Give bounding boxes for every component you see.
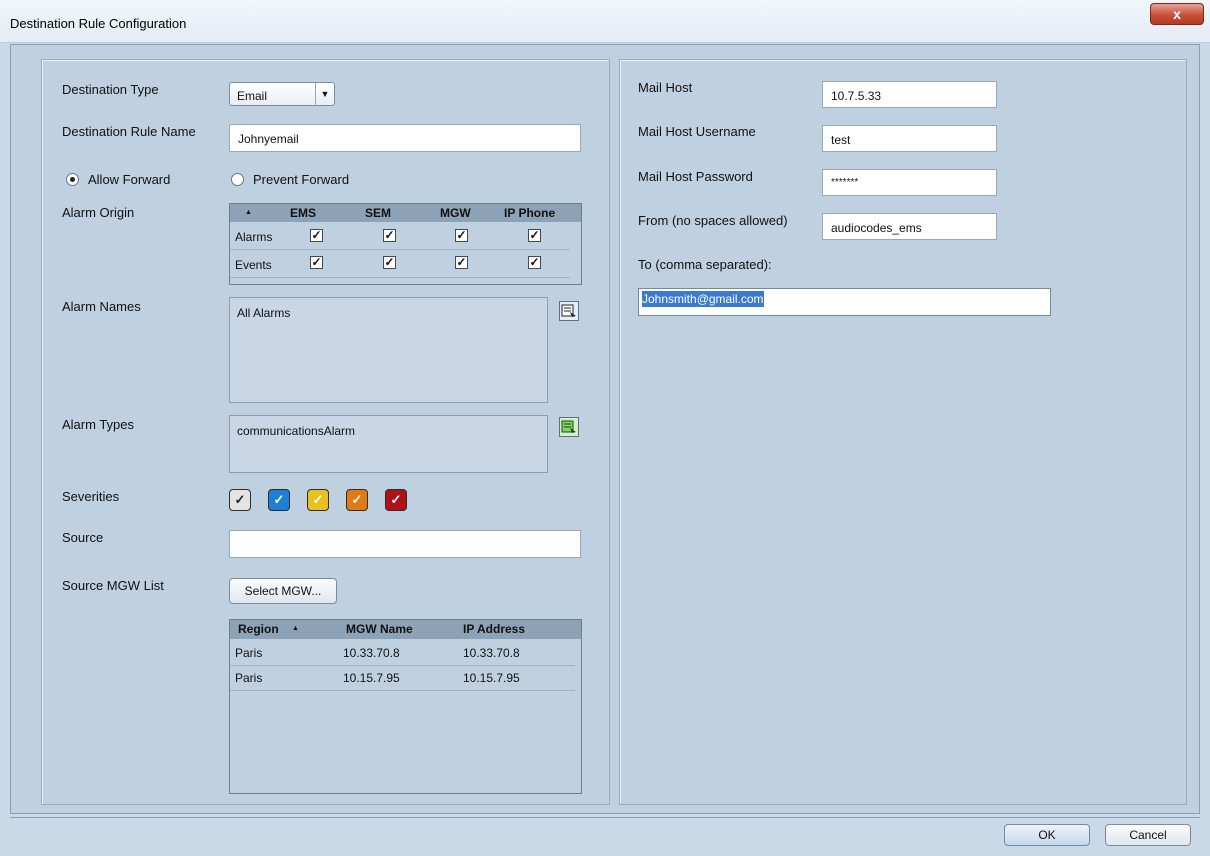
right-panel: Mail Host 10.7.5.33 Mail Host Username t… bbox=[619, 59, 1187, 805]
severities-label: Severities bbox=[62, 489, 120, 504]
sort-arrow-icon[interactable]: ▲ bbox=[245, 209, 252, 216]
column-ems[interactable]: EMS bbox=[290, 206, 316, 220]
mgw-alarms-checkbox[interactable]: ✓ bbox=[455, 229, 468, 242]
list-select-icon bbox=[561, 304, 576, 317]
alarm-origin-table: ▲ EMS SEM MGW IP Phone Alarms ✓ ✓ ✓ ✓ Ev… bbox=[229, 203, 582, 285]
row-divider bbox=[230, 249, 570, 250]
ip-phone-events-checkbox[interactable]: ✓ bbox=[528, 256, 541, 269]
mail-host-username-label: Mail Host Username bbox=[638, 124, 756, 139]
row-ip-address: 10.15.7.95 bbox=[463, 671, 520, 685]
mail-host-input[interactable]: 10.7.5.33 bbox=[822, 81, 997, 108]
column-ip-address[interactable]: IP Address bbox=[463, 622, 525, 636]
severity-minor-toggle[interactable]: ✓ bbox=[307, 489, 329, 511]
column-mgw[interactable]: MGW bbox=[440, 206, 471, 220]
mail-host-password-label: Mail Host Password bbox=[638, 169, 753, 184]
table-row[interactable]: Paris 10.33.70.8 10.33.70.8 bbox=[230, 642, 581, 664]
destination-type-select[interactable]: Email ▼ bbox=[229, 82, 335, 106]
edit-alarm-types-icon[interactable] bbox=[559, 417, 579, 437]
row-ip-address: 10.33.70.8 bbox=[463, 646, 520, 660]
prevent-forward-radio[interactable] bbox=[231, 173, 244, 186]
mgw-table: Region ▲ MGW Name IP Address Paris 10.33… bbox=[229, 619, 582, 794]
sem-alarms-checkbox[interactable]: ✓ bbox=[383, 229, 396, 242]
from-label: From (no spaces allowed) bbox=[638, 213, 788, 228]
alarm-types-label: Alarm Types bbox=[62, 417, 135, 432]
title-bar: Destination Rule Configuration x bbox=[0, 0, 1210, 43]
dialog-footer: OK Cancel bbox=[10, 817, 1200, 850]
mgw-table-header: Region ▲ MGW Name IP Address bbox=[230, 620, 581, 639]
row-region: Paris bbox=[235, 646, 263, 660]
alarm-origin-label: Alarm Origin bbox=[62, 205, 135, 220]
dialog-title: Destination Rule Configuration bbox=[10, 16, 187, 31]
content-frame: Destination Type Email ▼ Destination Rul… bbox=[10, 44, 1200, 814]
row-region: Paris bbox=[235, 671, 263, 685]
row-divider bbox=[230, 690, 575, 691]
ems-events-checkbox[interactable]: ✓ bbox=[310, 256, 323, 269]
severity-major-toggle[interactable]: ✓ bbox=[346, 489, 368, 511]
row-alarms-label: Alarms bbox=[235, 230, 273, 244]
chevron-down-icon: ▼ bbox=[315, 83, 334, 105]
to-label: To (comma separated): bbox=[638, 257, 772, 272]
cancel-button[interactable]: Cancel bbox=[1105, 824, 1191, 846]
row-mgw-name: 10.33.70.8 bbox=[343, 646, 400, 660]
left-panel: Destination Type Email ▼ Destination Rul… bbox=[41, 59, 610, 805]
table-row[interactable]: Paris 10.15.7.95 10.15.7.95 bbox=[230, 667, 581, 689]
alarm-types-list[interactable]: communicationsAlarm bbox=[229, 415, 548, 473]
prevent-forward-label[interactable]: Prevent Forward bbox=[253, 172, 349, 187]
source-mgw-label: Source MGW List bbox=[62, 578, 164, 593]
destination-type-value: Email bbox=[237, 89, 268, 103]
from-input[interactable]: audiocodes_ems bbox=[822, 213, 997, 240]
allow-forward-label[interactable]: Allow Forward bbox=[88, 172, 170, 187]
sem-events-checkbox[interactable]: ✓ bbox=[383, 256, 396, 269]
rule-name-label: Destination Rule Name bbox=[62, 124, 196, 139]
column-mgw-name[interactable]: MGW Name bbox=[346, 622, 413, 636]
row-events-label: Events bbox=[235, 258, 272, 272]
rule-name-input[interactable]: Johnyemail bbox=[229, 124, 581, 152]
to-selected-text: Johnsmith@gmail.com bbox=[642, 291, 764, 307]
to-input[interactable]: Johnsmith@gmail.com bbox=[638, 288, 1051, 316]
sort-arrow-icon[interactable]: ▲ bbox=[292, 625, 299, 632]
severity-indeterminate-toggle[interactable]: ✓ bbox=[229, 489, 251, 511]
destination-type-label: Destination Type bbox=[62, 82, 159, 97]
mail-host-label: Mail Host bbox=[638, 80, 693, 95]
source-label: Source bbox=[62, 530, 104, 545]
column-sem[interactable]: SEM bbox=[365, 206, 391, 220]
mail-host-password-input[interactable]: ******* bbox=[822, 169, 997, 196]
close-button[interactable]: x bbox=[1150, 3, 1204, 25]
alarm-names-list[interactable]: All Alarms bbox=[229, 297, 548, 403]
alarm-names-label: Alarm Names bbox=[62, 299, 141, 314]
ok-button[interactable]: OK bbox=[1004, 824, 1090, 846]
severity-warning-toggle[interactable]: ✓ bbox=[268, 489, 290, 511]
destination-rule-dialog: Destination Rule Configuration x Destina… bbox=[0, 0, 1210, 856]
row-mgw-name: 10.15.7.95 bbox=[343, 671, 400, 685]
mail-host-username-input[interactable]: test bbox=[822, 125, 997, 152]
alarm-origin-header: ▲ EMS SEM MGW IP Phone bbox=[230, 204, 581, 222]
ip-phone-alarms-checkbox[interactable]: ✓ bbox=[528, 229, 541, 242]
column-ip-phone[interactable]: IP Phone bbox=[504, 206, 555, 220]
column-region[interactable]: Region bbox=[238, 622, 279, 636]
allow-forward-radio[interactable] bbox=[66, 173, 79, 186]
ems-alarms-checkbox[interactable]: ✓ bbox=[310, 229, 323, 242]
list-select-icon bbox=[561, 420, 576, 433]
severity-critical-toggle[interactable]: ✓ bbox=[385, 489, 407, 511]
row-divider bbox=[230, 665, 575, 666]
edit-alarm-names-icon[interactable] bbox=[559, 301, 579, 321]
mgw-events-checkbox[interactable]: ✓ bbox=[455, 256, 468, 269]
source-input[interactable] bbox=[229, 530, 581, 558]
select-mgw-button[interactable]: Select MGW... bbox=[229, 578, 337, 604]
row-divider bbox=[230, 277, 570, 278]
